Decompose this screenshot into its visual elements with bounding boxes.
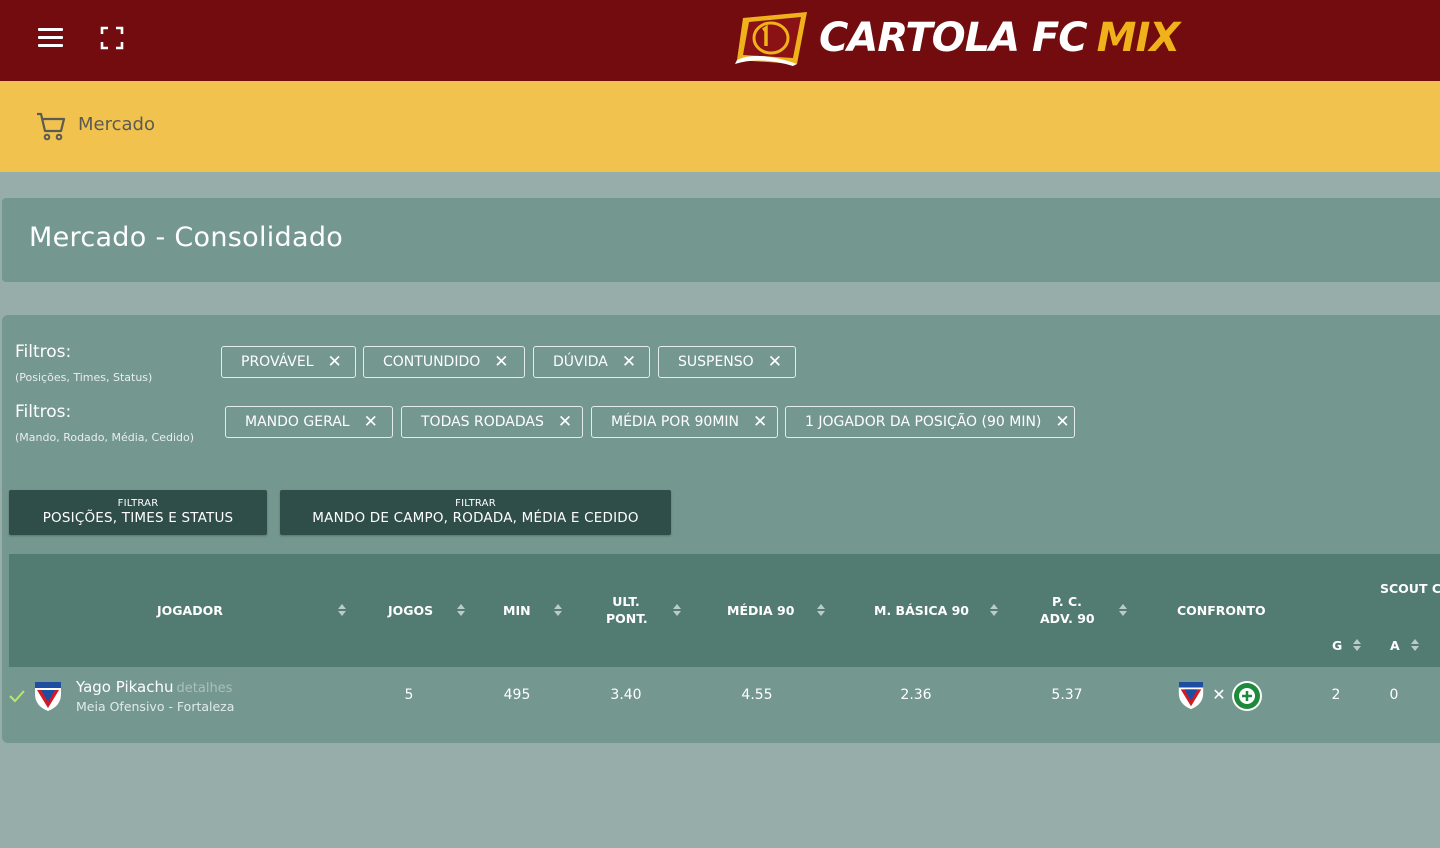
chip-label: MÉDIA POR 90MIN — [611, 414, 739, 430]
sort-icon[interactable] — [1353, 639, 1361, 653]
header-pc-adv[interactable]: P. C. ADV. 90 — [1040, 593, 1095, 627]
cart-icon — [37, 112, 66, 141]
chip-label: 1 JOGADOR DA POSIÇÃO (90 MIN) — [805, 414, 1042, 430]
button-caption: FILTRAR — [455, 498, 496, 509]
chip-label: DÚVIDA — [553, 354, 608, 370]
menu-icon[interactable] — [38, 27, 63, 47]
chip-todas-rodadas[interactable]: TODAS RODADAS ✕ — [401, 406, 583, 438]
fullscreen-icon[interactable] — [100, 26, 124, 50]
chip-label: SUSPENSO — [678, 354, 754, 370]
breadcrumb — [0, 81, 1440, 172]
cell-basica: 2.36 — [900, 687, 932, 703]
header-jogos[interactable]: JOGOS — [388, 602, 433, 619]
versus-icon: ✕ — [1212, 685, 1226, 704]
cell-g: 2 — [1331, 687, 1341, 703]
close-icon[interactable]: ✕ — [1055, 413, 1069, 431]
filter-positions-button[interactable]: FILTRAR POSIÇÕES, TIMES E STATUS — [9, 490, 267, 535]
header-media[interactable]: MÉDIA 90 — [727, 602, 794, 619]
header-line: ADV. 90 — [1040, 611, 1095, 626]
sort-icon[interactable] — [1411, 639, 1419, 653]
top-bar — [0, 0, 1440, 81]
cell-media: 4.55 — [741, 687, 773, 703]
filters-sub-positions: (Posições, Times, Status) — [15, 371, 153, 384]
chip-media-90[interactable]: MÉDIA POR 90MIN ✕ — [591, 406, 778, 438]
player-name-text: Yago Pikachu — [76, 678, 174, 696]
header-line: P. C. — [1052, 594, 1082, 609]
cell-min: 495 — [503, 687, 531, 703]
anniversary-badge-icon — [735, 12, 807, 66]
chip-mando-geral[interactable]: MANDO GERAL ✕ — [225, 406, 393, 438]
fortaleza-crest-icon — [1178, 681, 1204, 710]
filters-label-mando: Filtros: — [15, 402, 72, 422]
sort-icon[interactable] — [554, 604, 562, 618]
logo-accent-text: MIX — [1096, 15, 1181, 61]
sort-icon[interactable] — [457, 604, 465, 618]
header-ult-pont[interactable]: ULT. PONT. — [606, 593, 648, 627]
cell-a: 0 — [1389, 687, 1399, 703]
juventude-crest-icon — [1232, 681, 1262, 711]
close-icon[interactable]: ✕ — [558, 413, 572, 431]
check-icon — [9, 690, 25, 703]
player-position-team: Meia Ofensivo - Fortaleza — [76, 699, 235, 714]
button-caption: FILTRAR — [117, 498, 159, 509]
close-icon[interactable]: ✕ — [768, 353, 782, 371]
sort-icon[interactable] — [673, 604, 681, 618]
close-icon[interactable]: ✕ — [328, 353, 342, 371]
sort-icon[interactable] — [990, 604, 998, 618]
cell-pc-adv: 5.37 — [1051, 687, 1083, 703]
close-icon[interactable]: ✕ — [364, 413, 378, 431]
header-jogador[interactable]: JOGADOR — [157, 602, 223, 619]
chip-provavel[interactable]: PROVÁVEL ✕ — [221, 346, 356, 378]
close-icon[interactable]: ✕ — [622, 353, 636, 371]
filters-label-positions: Filtros: — [15, 342, 72, 362]
sort-icon[interactable] — [1119, 604, 1127, 618]
header-min[interactable]: MIN — [503, 602, 531, 619]
cell-ult-pont: 3.40 — [610, 687, 642, 703]
button-label: POSIÇÕES, TIMES E STATUS — [42, 510, 234, 526]
sort-icon[interactable] — [338, 604, 346, 618]
page-title: Mercado - Consolidado — [29, 222, 344, 253]
logo-main-text: CARTOLA FC — [819, 15, 1088, 61]
header-g[interactable]: G — [1332, 637, 1342, 654]
player-name[interactable]: Yago Pikachu detalhes — [76, 678, 232, 696]
chip-label: CONTUNDIDO — [383, 354, 481, 370]
filters-sub-mando: (Mando, Rodado, Média, Cedido) — [15, 431, 195, 444]
header-line: ULT. — [612, 594, 640, 609]
cell-jogos: 5 — [404, 687, 414, 703]
header-basica[interactable]: M. BÁSICA 90 — [874, 602, 969, 619]
chip-contundido[interactable]: CONTUNDIDO ✕ — [363, 346, 525, 378]
close-icon[interactable]: ✕ — [753, 413, 767, 431]
button-label: MANDO DE CAMPO, RODADA, MÉDIA E CEDIDO — [312, 510, 639, 526]
chip-duvida[interactable]: DÚVIDA ✕ — [533, 346, 650, 378]
site-logo[interactable]: CARTOLA FC MIX — [733, 6, 1180, 70]
chip-label: MANDO GERAL — [245, 414, 350, 430]
chip-jogador-posicao[interactable]: 1 JOGADOR DA POSIÇÃO (90 MIN) ✕ — [785, 406, 1075, 438]
header-confronto: CONFRONTO — [1177, 603, 1266, 618]
chip-label: TODAS RODADAS — [421, 414, 544, 430]
chip-suspenso[interactable]: SUSPENSO ✕ — [658, 346, 796, 378]
header-scout: SCOUT CO — [1380, 581, 1440, 596]
sort-icon[interactable] — [817, 604, 825, 618]
chip-label: PROVÁVEL — [241, 354, 314, 370]
breadcrumb-label[interactable]: Mercado — [78, 114, 155, 135]
fortaleza-crest-icon — [35, 682, 61, 711]
header-line: PONT. — [606, 611, 648, 626]
details-link[interactable]: detalhes — [177, 681, 233, 696]
close-icon[interactable]: ✕ — [494, 353, 508, 371]
filter-mando-button[interactable]: FILTRAR MANDO DE CAMPO, RODADA, MÉDIA E … — [280, 490, 671, 535]
header-a[interactable]: A — [1390, 637, 1400, 654]
